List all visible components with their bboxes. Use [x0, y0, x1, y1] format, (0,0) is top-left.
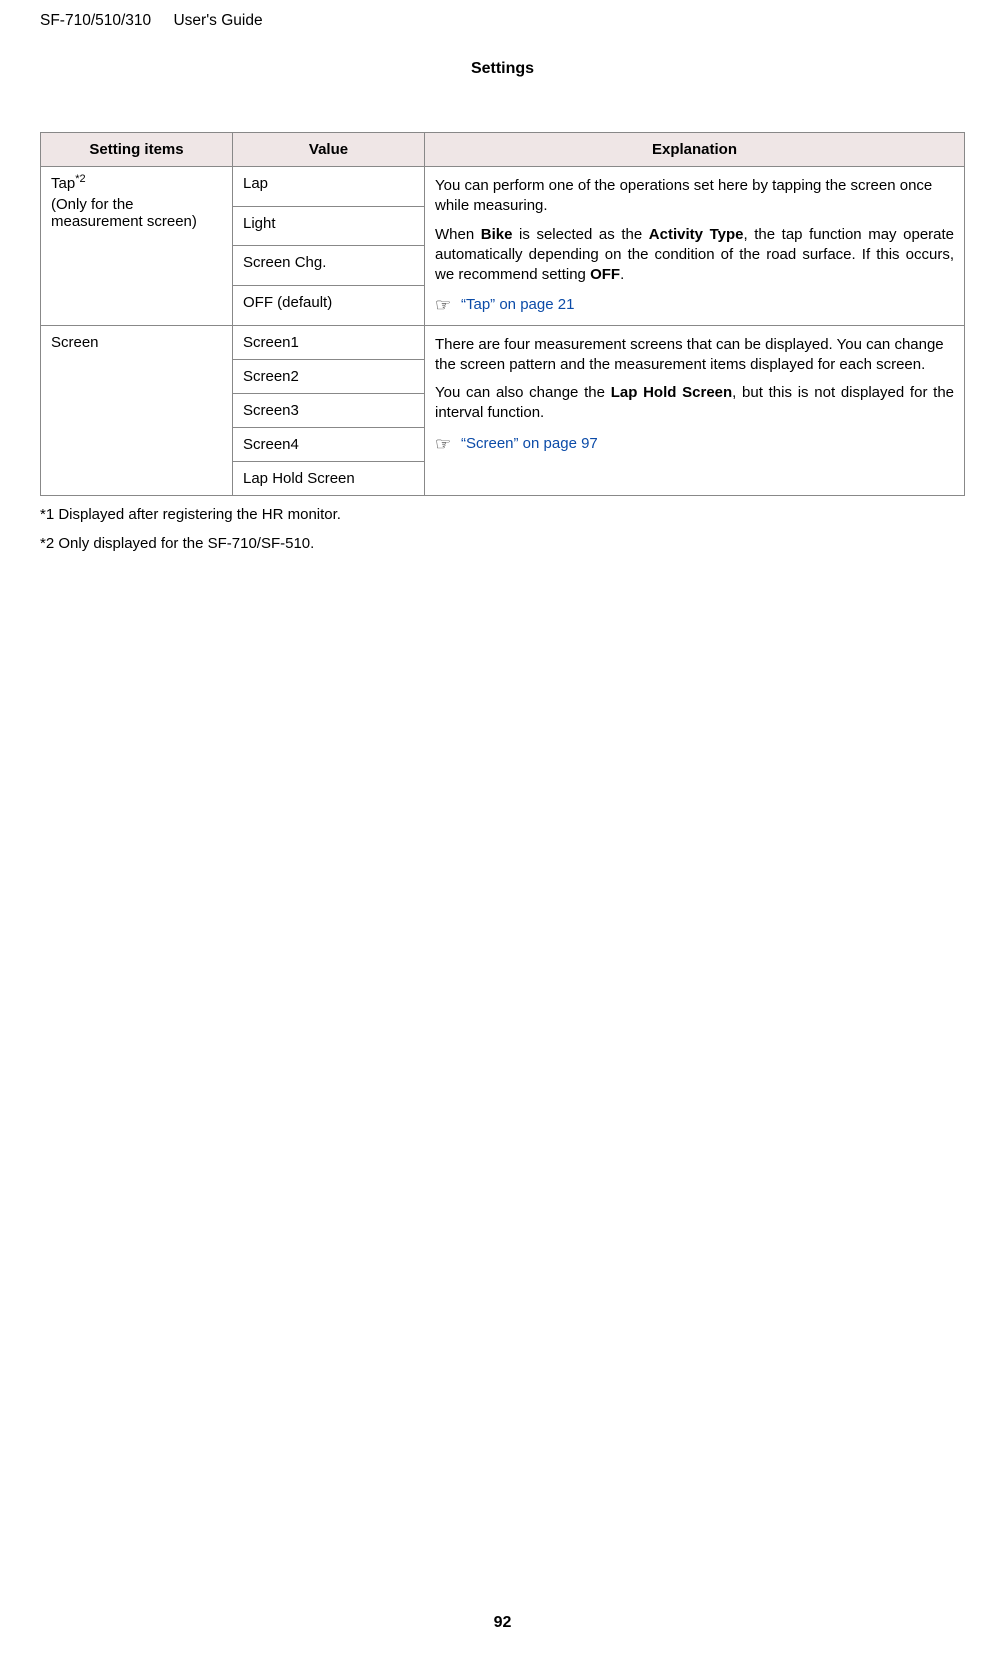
value-screen1: Screen1 — [233, 325, 425, 359]
footnote-1: *1 Displayed after registering the HR mo… — [40, 506, 965, 523]
bold-text: OFF — [590, 266, 620, 283]
tap-link[interactable]: “Tap” on page 21 — [461, 296, 574, 313]
header-value: Value — [233, 133, 425, 167]
page-number: 92 — [0, 1614, 1005, 1632]
exp-tap-p2: When Bike is selected as the Activity Ty… — [435, 225, 954, 286]
value-laphold: Lap Hold Screen — [233, 461, 425, 495]
explanation-screen: There are four measurement screens that … — [425, 325, 965, 495]
setting-tap: Tap*2 (Only for the measurement screen) — [41, 167, 233, 326]
text-span: When — [435, 226, 481, 243]
pointing-hand-icon: ☞ — [435, 432, 457, 446]
table-row: Tap*2 (Only for the measurement screen) … — [41, 167, 965, 207]
text-span: . — [620, 266, 624, 283]
text-span: is selected as the — [512, 226, 648, 243]
exp-screen-p1: There are four measurement screens that … — [435, 335, 954, 376]
bold-text: Lap Hold Screen — [611, 384, 732, 401]
setting-tap-label: Tap — [51, 175, 75, 192]
screen-link[interactable]: “Screen” on page 97 — [461, 435, 598, 452]
footnote-2: *2 Only displayed for the SF-710/SF-510. — [40, 535, 965, 552]
setting-tap-sub: (Only for the measurement screen) — [51, 196, 222, 230]
exp-screen-p2: You can also change the Lap Hold Screen,… — [435, 383, 954, 424]
value-screen4: Screen4 — [233, 427, 425, 461]
value-screen-chg: Screen Chg. — [233, 246, 425, 286]
exp-screen-link-line: ☞ “Screen” on page 97 — [435, 432, 954, 454]
setting-tap-sup: *2 — [75, 173, 85, 185]
value-screen2: Screen2 — [233, 359, 425, 393]
header-setting-items: Setting items — [41, 133, 233, 167]
header-explanation: Explanation — [425, 133, 965, 167]
bold-text: Bike — [481, 226, 513, 243]
exp-tap-link-line: ☞ “Tap” on page 21 — [435, 293, 954, 315]
page-header: SF-710/510/310 User's Guide — [40, 12, 965, 30]
exp-tap-p1: You can perform one of the operations se… — [435, 176, 954, 217]
bold-text: Activity Type — [649, 226, 744, 243]
value-light: Light — [233, 206, 425, 246]
table-header-row: Setting items Value Explanation — [41, 133, 965, 167]
pointing-hand-icon: ☞ — [435, 293, 457, 307]
doc-type: User's Guide — [173, 12, 262, 29]
page-title: Settings — [40, 60, 965, 78]
text-span: You can also change the — [435, 384, 611, 401]
settings-table: Setting items Value Explanation Tap*2 (O… — [40, 132, 965, 496]
product-model: SF-710/510/310 — [40, 12, 151, 29]
footnotes: *1 Displayed after registering the HR mo… — [40, 506, 965, 552]
value-screen3: Screen3 — [233, 393, 425, 427]
value-lap: Lap — [233, 167, 425, 207]
setting-screen: Screen — [41, 325, 233, 495]
table-row: Screen Screen1 There are four measuremen… — [41, 325, 965, 359]
value-off: OFF (default) — [233, 285, 425, 325]
explanation-tap: You can perform one of the operations se… — [425, 167, 965, 326]
